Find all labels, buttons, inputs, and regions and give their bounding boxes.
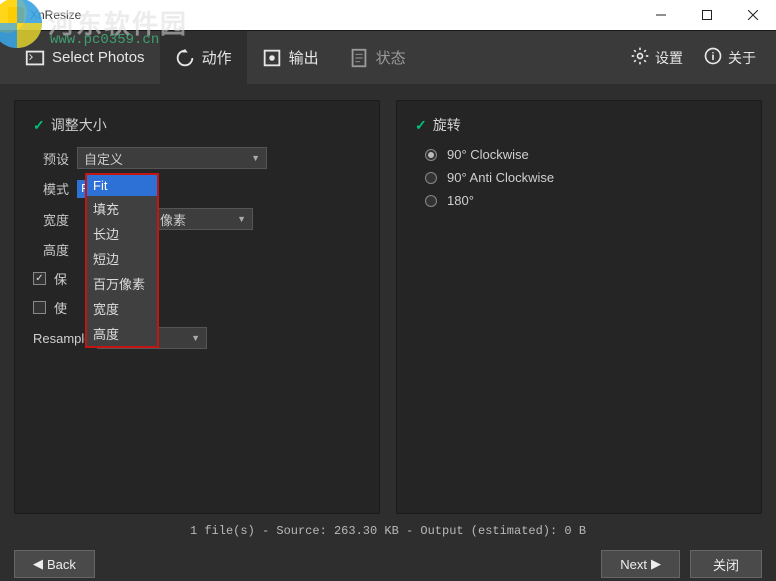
unit-value: 像素 [160,210,186,229]
chevron-down-icon: ▼ [237,214,246,224]
window-title: XnResize [30,8,81,22]
back-label: Back [47,557,76,572]
mode-option[interactable]: Fit [87,175,157,196]
rotate-90cw-radio[interactable] [425,149,437,161]
main-toolbar: Select Photos 动作 输出 状态 设置 关于 [0,30,776,84]
resample-label: Resample [33,331,89,346]
mode-dropdown: Fit 填充 长边 短边 百万像素 宽度 高度 [85,173,159,348]
tab-status-label: 状态 [376,47,406,68]
tab-actions-label: 动作 [202,47,232,68]
height-label: 高度 [33,240,69,259]
keep-ratio-label: 保 [54,269,67,288]
actions-icon [174,47,196,69]
footer: ◀ Back Next ▶ 关闭 [0,544,776,581]
chevron-right-icon: ▶ [651,556,661,572]
title-bar: XnResize [0,0,776,30]
chevron-down-icon: ▼ [191,333,200,343]
height-row: 高度 [33,240,361,259]
close-button[interactable]: 关闭 [690,550,762,578]
output-icon [261,47,283,69]
settings-button[interactable]: 设置 [620,31,693,84]
maximize-button[interactable] [684,0,730,30]
rotate-enabled-check-icon[interactable]: ✓ [415,117,427,134]
rotate-option-row[interactable]: 90° Anti Clockwise [425,170,743,185]
rotate-panel: ✓ 旋转 90° Clockwise 90° Anti Clockwise 18… [396,100,762,514]
mode-option[interactable]: 高度 [87,321,157,346]
settings-label: 设置 [655,48,683,68]
status-icon [348,47,370,69]
chevron-left-icon: ◀ [33,556,43,572]
close-label: 关闭 [713,555,739,574]
rotate-option-row[interactable]: 90° Clockwise [425,147,743,162]
mode-option[interactable]: 宽度 [87,296,157,321]
tab-output[interactable]: 输出 [247,31,334,84]
use-row: 使 [33,298,361,317]
keep-ratio-row: 保 [33,269,361,288]
rotate-180-radio[interactable] [425,195,437,207]
resize-enabled-check-icon[interactable]: ✓ [33,117,45,134]
mode-option[interactable]: 百万像素 [87,271,157,296]
mode-row: 模式 Fit [33,179,361,198]
resize-title-row: ✓ 调整大小 [33,115,361,135]
use-label: 使 [54,298,67,317]
tab-select-photos-label: Select Photos [52,49,145,66]
content-area: ✓ 调整大小 预设 自定义 ▼ 模式 Fit 宽度 像素 ▼ 高度 [0,84,776,514]
width-row: 宽度 像素 ▼ [33,208,361,230]
chevron-down-icon: ▼ [251,153,260,163]
rotate-title-row: ✓ 旋转 [415,115,743,135]
mode-option[interactable]: 填充 [87,196,157,221]
info-icon [703,46,723,69]
unit-combo[interactable]: 像素 ▼ [153,208,253,230]
gear-icon [630,46,650,69]
rotate-180-label: 180° [447,193,474,208]
tab-status[interactable]: 状态 [334,31,421,84]
next-label: Next [620,557,647,572]
preset-combo[interactable]: 自定义 ▼ [77,147,267,169]
app-icon [8,7,24,23]
window-controls [638,0,776,30]
resample-row: Resample XX线性 ▼ [33,327,361,349]
preset-row: 预设 自定义 ▼ [33,147,361,169]
mode-label: 模式 [33,179,69,198]
resize-panel: ✓ 调整大小 预设 自定义 ▼ 模式 Fit 宽度 像素 ▼ 高度 [14,100,380,514]
status-line: 1 file(s) - Source: 263.30 KB - Output (… [0,514,776,544]
width-label: 宽度 [33,210,69,229]
preset-value: 自定义 [84,149,123,168]
back-button[interactable]: ◀ Back [14,550,95,578]
rotate-title: 旋转 [433,115,461,135]
tab-select-photos[interactable]: Select Photos [10,31,160,84]
minimize-button[interactable] [638,0,684,30]
mode-option[interactable]: 长边 [87,221,157,246]
rotate-90acw-label: 90° Anti Clockwise [447,170,554,185]
about-button[interactable]: 关于 [693,31,766,84]
keep-ratio-checkbox[interactable] [33,272,46,285]
rotate-90acw-radio[interactable] [425,172,437,184]
tab-actions[interactable]: 动作 [160,31,247,84]
use-checkbox[interactable] [33,301,46,314]
next-button[interactable]: Next ▶ [601,550,680,578]
rotate-option-row[interactable]: 180° [425,193,743,208]
about-label: 关于 [728,48,756,68]
photos-icon [24,47,46,69]
preset-label: 预设 [33,149,69,168]
rotate-90cw-label: 90° Clockwise [447,147,529,162]
resize-title: 调整大小 [51,115,107,135]
tab-output-label: 输出 [289,47,319,68]
close-window-button[interactable] [730,0,776,30]
mode-option[interactable]: 短边 [87,246,157,271]
